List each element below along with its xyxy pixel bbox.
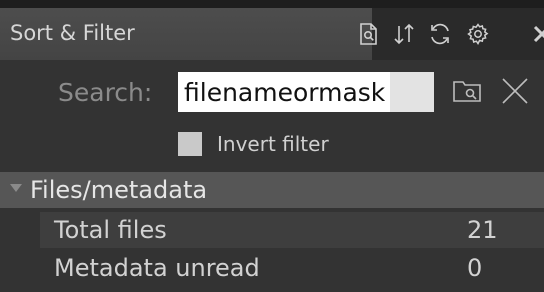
files-metadata-section-header[interactable]: Files/metadata: [0, 172, 544, 208]
panel-title: Sort & Filter: [10, 21, 135, 45]
sort-icon[interactable]: [392, 22, 416, 46]
table-row: Total files 21: [40, 212, 544, 248]
search-input[interactable]: [178, 72, 434, 112]
chevron-down-icon: [10, 184, 22, 192]
table-row: Metadata unread 0: [40, 250, 544, 286]
row-value: 21: [467, 216, 498, 244]
search-label: Search:: [58, 78, 153, 107]
clear-search-icon[interactable]: [500, 76, 530, 106]
folder-search-icon[interactable]: [452, 78, 482, 104]
row-label: Total files: [54, 216, 167, 244]
refresh-icon[interactable]: [428, 22, 452, 46]
section-title: Files/metadata: [30, 176, 208, 204]
close-panel-icon[interactable]: [530, 22, 544, 46]
document-search-icon[interactable]: [356, 22, 380, 46]
gear-icon[interactable]: [466, 22, 490, 46]
panel-titlebar: Sort & Filter: [0, 8, 544, 60]
invert-filter-label: Invert filter: [217, 132, 329, 156]
invert-filter-checkbox[interactable]: [178, 132, 202, 156]
row-label: Metadata unread: [54, 254, 260, 282]
row-value: 0: [467, 254, 483, 282]
